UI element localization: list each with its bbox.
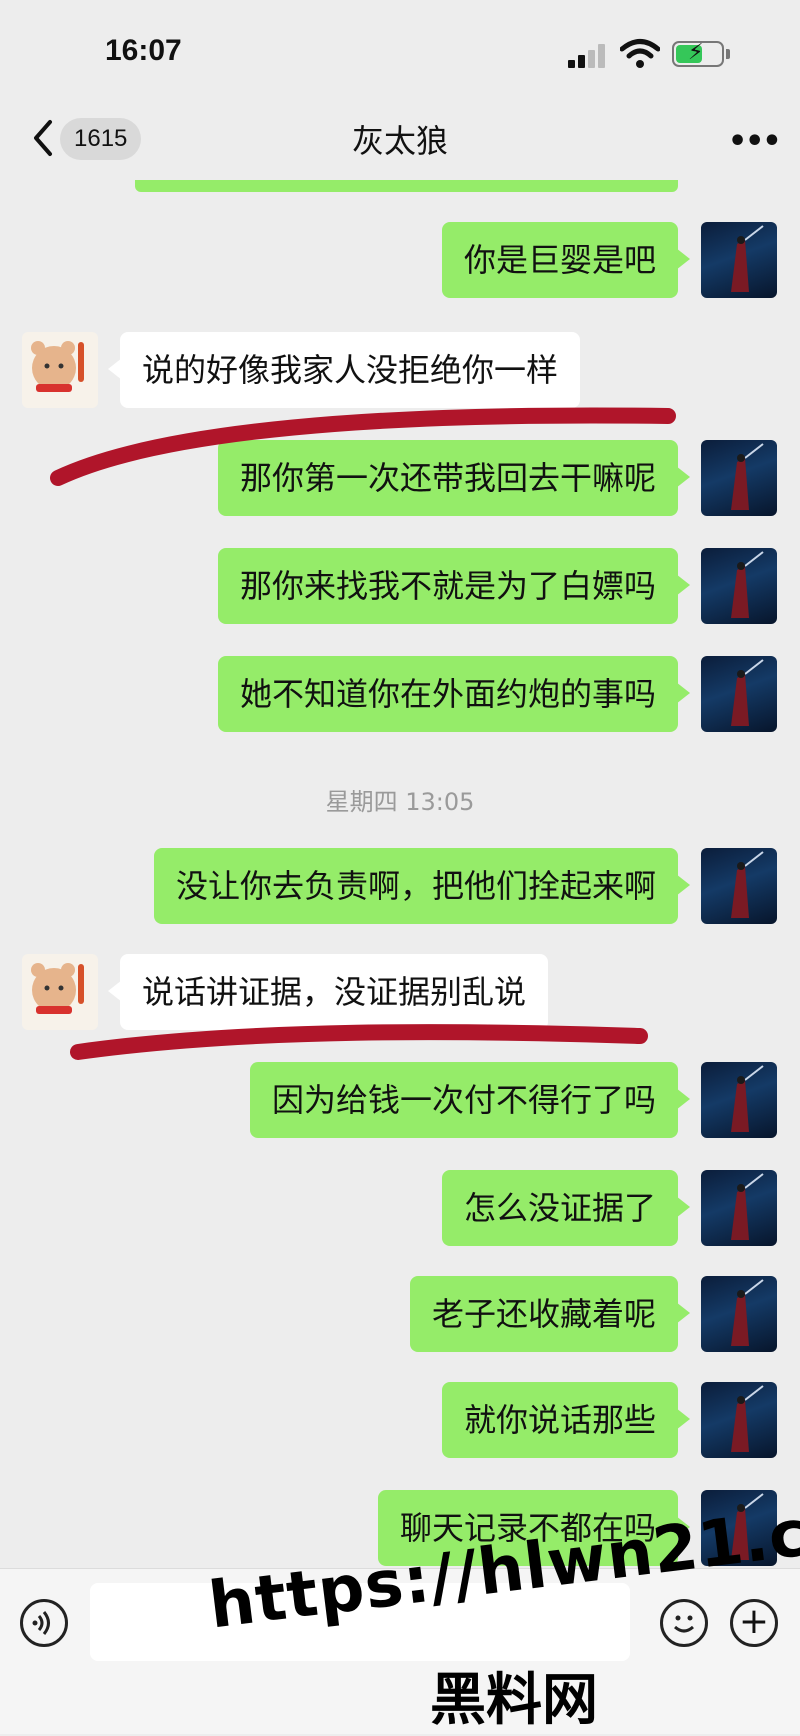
- contact-avatar[interactable]: [22, 332, 98, 408]
- voice-input-icon[interactable]: [20, 1599, 68, 1647]
- figure-avatar-icon: [731, 1279, 764, 1346]
- message-row: 老子还收藏着呢: [0, 1276, 800, 1356]
- figure-avatar-icon: [731, 851, 764, 918]
- message-row: 没让你去负责啊，把他们拴起来啊: [0, 848, 800, 928]
- incoming-message-bubble[interactable]: 说的好像我家人没拒绝你一样: [107, 332, 581, 408]
- message-row: 怎么没证据了: [0, 1170, 800, 1250]
- incoming-message-bubble[interactable]: 说话讲证据，没证据别乱说: [107, 954, 549, 1030]
- figure-avatar-icon: [731, 659, 764, 726]
- outgoing-message-bubble[interactable]: 你是巨婴是吧: [441, 222, 691, 298]
- time-divider: 星期四 13:05: [325, 788, 475, 816]
- underline-stroke: [70, 1024, 648, 1060]
- figure-avatar-icon: [731, 1065, 764, 1132]
- chat-header: 1615 灰太狼 •••: [0, 100, 800, 180]
- cellular-signal-icon: [568, 44, 608, 68]
- outgoing-message-bubble[interactable]: 就你说话那些: [441, 1382, 691, 1458]
- message-row: 说话讲证据，没证据别乱说: [0, 954, 800, 1034]
- outgoing-message-bubble[interactable]: 没让你去负责啊，把他们拴起来啊: [153, 848, 691, 924]
- figure-avatar-icon: [731, 225, 764, 292]
- add-attachment-icon[interactable]: +: [730, 1599, 778, 1647]
- figure-avatar-icon: [731, 1385, 764, 1452]
- battery-tip: [726, 49, 730, 59]
- outgoing-message-bubble[interactable]: 因为给钱一次付不得行了吗: [249, 1062, 691, 1138]
- my-avatar[interactable]: [701, 548, 777, 624]
- contact-avatar[interactable]: [22, 954, 98, 1030]
- my-avatar[interactable]: [701, 1062, 777, 1138]
- outgoing-message-bubble[interactable]: 怎么没证据了: [441, 1170, 691, 1246]
- my-avatar[interactable]: [701, 1382, 777, 1458]
- message-row: 那你第一次还带我回去干嘛呢: [0, 440, 800, 520]
- my-avatar[interactable]: [701, 440, 777, 516]
- chat-title: 灰太狼: [351, 122, 448, 160]
- outgoing-message-bubble[interactable]: 那你第一次还带我回去干嘛呢: [217, 440, 691, 516]
- my-avatar[interactable]: [701, 222, 777, 298]
- previous-message-bubble: [135, 180, 678, 192]
- my-avatar[interactable]: [701, 1170, 777, 1246]
- status-bar: 16:07 ⚡: [0, 0, 800, 100]
- watermark-site-name: 黑料网: [430, 1668, 598, 1733]
- wifi-icon: [620, 39, 660, 68]
- my-avatar[interactable]: [701, 848, 777, 924]
- figure-avatar-icon: [731, 1173, 764, 1240]
- bear-avatar-icon: [31, 963, 84, 1014]
- status-time: 16:07: [105, 34, 182, 67]
- battery-icon: ⚡: [672, 40, 724, 67]
- outgoing-message-bubble[interactable]: 那你来找我不就是为了白嫖吗: [217, 548, 691, 624]
- figure-avatar-icon: [731, 551, 764, 618]
- my-avatar[interactable]: [701, 656, 777, 732]
- message-row: 那你来找我不就是为了白嫖吗: [0, 548, 800, 628]
- figure-avatar-icon: [731, 443, 764, 510]
- more-options-icon[interactable]: •••: [728, 124, 782, 159]
- message-row: 因为给钱一次付不得行了吗: [0, 1062, 800, 1142]
- emoji-icon[interactable]: [660, 1599, 708, 1647]
- message-row: 她不知道你在外面约炮的事吗: [0, 656, 800, 736]
- message-row: 说的好像我家人没拒绝你一样: [0, 332, 800, 412]
- my-avatar[interactable]: [701, 1276, 777, 1352]
- message-row: 就你说话那些: [0, 1382, 800, 1462]
- outgoing-message-bubble[interactable]: 老子还收藏着呢: [409, 1276, 691, 1352]
- bear-avatar-icon: [31, 341, 84, 392]
- message-row: 你是巨婴是吧: [0, 222, 800, 302]
- message-list[interactable]: 你是巨婴是吧 说的好像我家人没拒绝你一样 那你第一次还带我回去干嘛呢 那你来找我…: [0, 180, 800, 1568]
- outgoing-message-bubble[interactable]: 她不知道你在外面约炮的事吗: [217, 656, 691, 732]
